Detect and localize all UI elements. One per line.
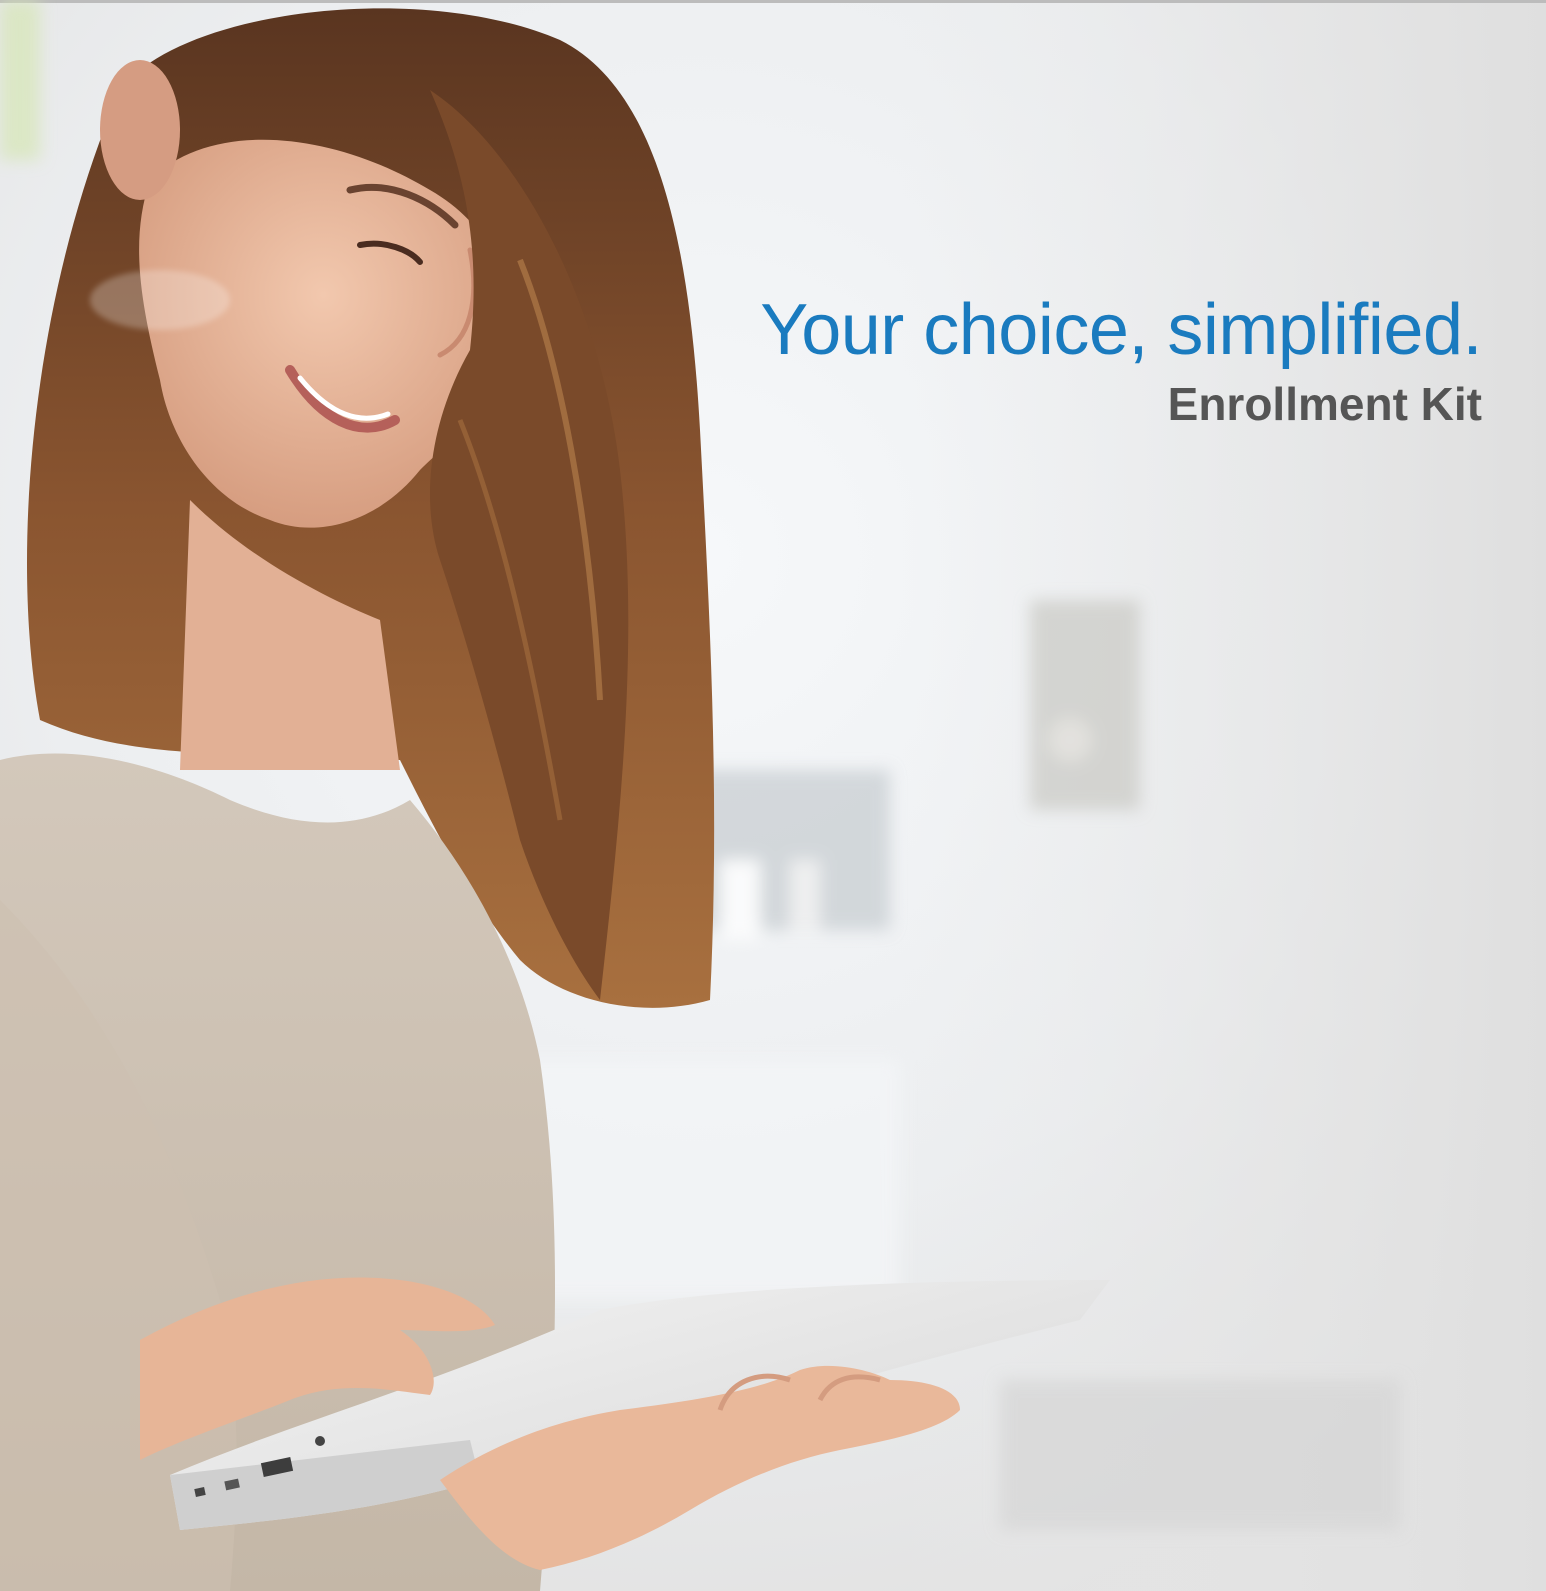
kit-title: Enrollment Kit (1167, 378, 1482, 430)
cover-photo (0, 0, 1546, 1591)
cover-heading: Your choice, simplified. Enrollment Kit (760, 288, 1482, 432)
tagline: Your choice, simplified. (760, 290, 1482, 370)
